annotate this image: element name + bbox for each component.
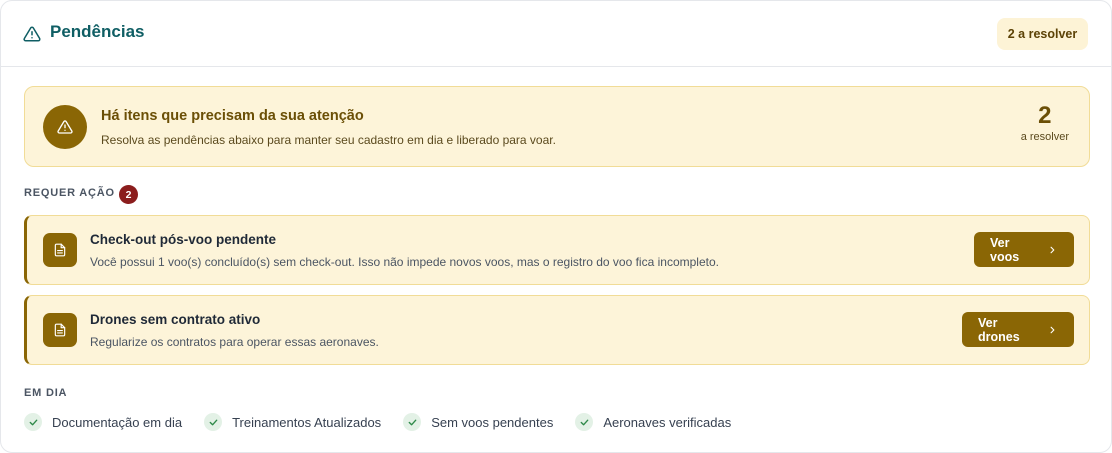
view-flights-button[interactable]: Ver voos xyxy=(974,232,1074,267)
check-icon xyxy=(24,413,42,431)
banner-count-number: 2 xyxy=(1038,102,1052,129)
task-item: Drones sem contrato ativo Regularize os … xyxy=(24,295,1090,365)
warning-triangle-icon xyxy=(23,26,41,42)
document-icon-box xyxy=(43,313,77,347)
view-drones-button[interactable]: Ver drones xyxy=(962,312,1074,347)
document-icon xyxy=(54,323,66,337)
requires-action-count: 2 xyxy=(119,185,138,204)
banner-subtitle: Resolva as pendências abaixo para manter… xyxy=(101,133,556,147)
document-icon-box xyxy=(43,233,77,267)
list-item-label: Documentação em dia xyxy=(52,414,183,430)
task-description: Você possui 1 voo(s) concluído(s) sem ch… xyxy=(90,255,719,269)
pendencias-card: Pendências 2 a resolver Há itens que pre… xyxy=(0,0,1112,453)
button-label: Ver voos xyxy=(990,235,1020,264)
list-item: Documentação em dia xyxy=(24,413,182,431)
check-icon xyxy=(403,413,422,431)
document-icon xyxy=(54,243,66,257)
card-header: Pendências 2 a resolver xyxy=(1,1,1111,67)
attention-banner: Há itens que precisam da sua atenção Res… xyxy=(24,86,1090,167)
check-icon xyxy=(575,413,594,431)
task-title: Drones sem contrato ativo xyxy=(90,312,261,327)
page-title: Pendências xyxy=(50,22,145,41)
warning-circle xyxy=(43,105,87,149)
list-item-label: Treinamentos Atualizados xyxy=(232,414,382,430)
check-icon xyxy=(204,413,223,431)
chevron-right-icon xyxy=(1050,326,1055,333)
warning-triangle-icon xyxy=(57,120,73,134)
banner-title: Há itens que precisam da sua atenção xyxy=(101,108,364,124)
list-item: Sem voos pendentes xyxy=(403,413,553,431)
pending-count-badge: 2 a resolver xyxy=(997,18,1088,50)
task-item: Check-out pós-voo pendente Você possui 1… xyxy=(24,215,1090,285)
requires-action-label: REQUER AÇÃO xyxy=(24,187,115,199)
list-item: Aeronaves verificadas xyxy=(575,413,731,431)
banner-count-label: a resolver xyxy=(1020,131,1069,143)
list-item-label: Aeronaves verificadas xyxy=(603,414,732,430)
task-title: Check-out pós-voo pendente xyxy=(90,232,277,247)
list-item: Treinamentos Atualizados xyxy=(204,413,381,431)
up-to-date-label: EM DIA xyxy=(24,387,68,399)
up-to-date-list: Documentação em dia Treinamentos Atualiz… xyxy=(24,413,731,431)
chevron-right-icon xyxy=(1050,246,1055,253)
button-label: Ver drones xyxy=(978,315,1020,344)
banner-count: 2 a resolver xyxy=(1021,101,1069,143)
task-description: Regularize os contratos para operar essa… xyxy=(90,335,379,349)
list-item-label: Sem voos pendentes xyxy=(431,414,554,430)
